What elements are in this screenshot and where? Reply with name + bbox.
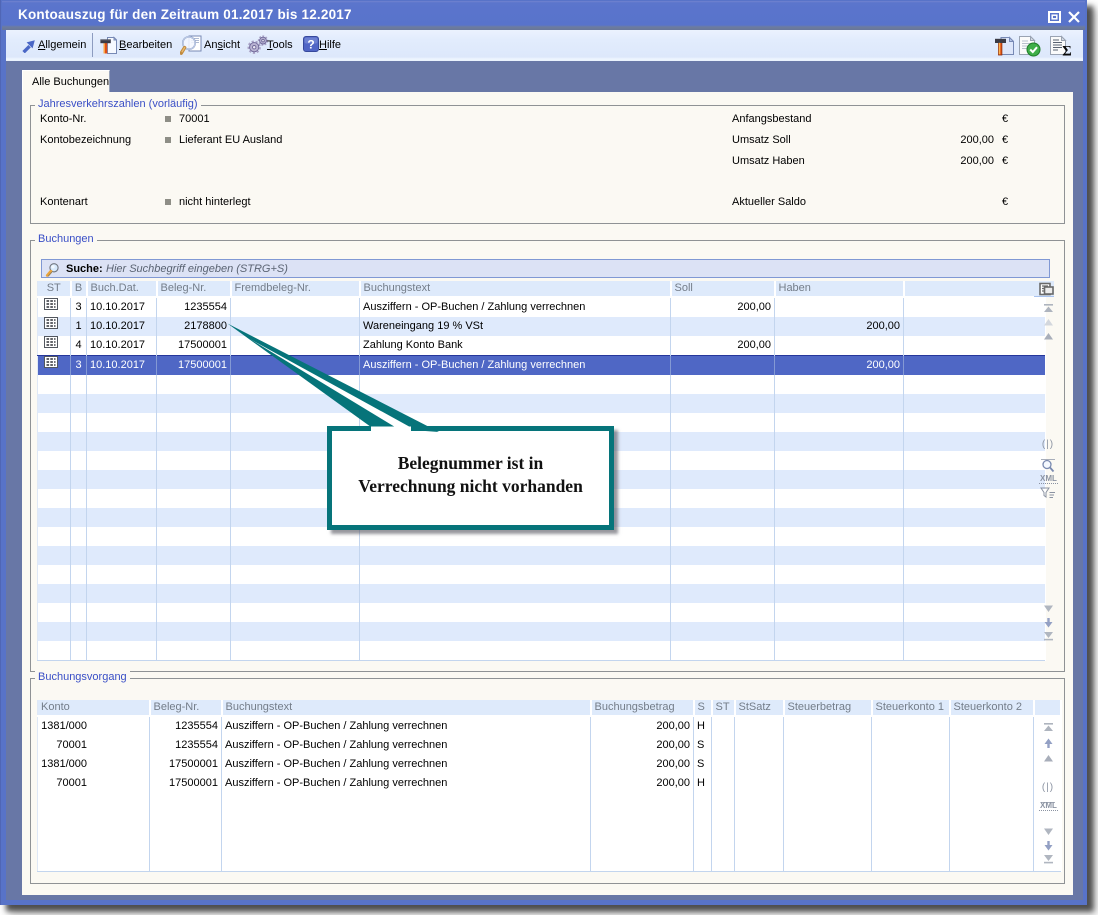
svg-text:?: ? <box>307 38 314 52</box>
svg-text:Σ: Σ <box>1062 44 1071 58</box>
